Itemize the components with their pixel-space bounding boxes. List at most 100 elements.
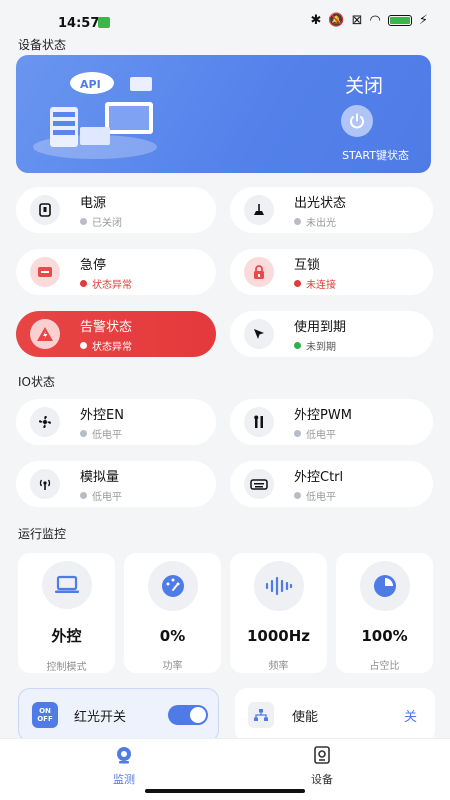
monitor-label: 控制模式 — [46, 662, 87, 673]
card-title: 电源 — [80, 195, 107, 211]
card-status: 状态异常 — [92, 341, 132, 353]
lamp-icon — [244, 195, 274, 225]
fan-icon — [30, 407, 60, 437]
home-indicator[interactable] — [145, 789, 305, 793]
card-status: 未连接 — [306, 279, 336, 291]
status-dot — [80, 341, 87, 349]
tab-label: 监测 — [113, 773, 135, 786]
monitor-frequency: 1000Hz 频率 — [230, 553, 327, 673]
enable-card[interactable]: 使能 关 — [235, 688, 435, 742]
card-title: 外控Ctrl — [294, 469, 344, 485]
device-icon — [314, 746, 330, 764]
card-status: 未到期 — [306, 341, 336, 353]
card-status: 低电平 — [306, 491, 336, 503]
monitor-value: 1000Hz — [246, 627, 311, 645]
device-status-banner: API 关闭 START键状态 — [16, 55, 431, 173]
alarm-icon — [30, 319, 60, 349]
monitor-control-mode: 外控 控制模式 — [18, 553, 115, 673]
tools-icon — [244, 407, 274, 437]
battery-icon — [387, 15, 412, 26]
card-status: 状态异常 — [92, 279, 132, 291]
red-light-toggle[interactable] — [168, 705, 208, 725]
card-ext-pwm[interactable]: 外控PWM 低电平 — [230, 399, 433, 445]
start-power-button[interactable] — [341, 105, 373, 137]
card-emission-status[interactable]: 出光状态 未出光 — [230, 187, 433, 233]
section-title-run-monitor: 运行监控 — [18, 527, 67, 541]
section-title-io-status: IO状态 — [18, 375, 55, 389]
card-expiry[interactable]: 使用到期 未到期 — [230, 311, 433, 357]
tab-monitor[interactable]: 监测 — [113, 745, 135, 787]
waveform-icon — [253, 561, 304, 611]
monitor-value: 0% — [159, 627, 186, 645]
enable-label: 使能 — [292, 709, 319, 725]
card-status: 已关闭 — [92, 217, 122, 229]
card-status: 低电平 — [306, 429, 336, 441]
card-title: 互锁 — [294, 257, 321, 273]
card-status: 低电平 — [92, 429, 122, 441]
card-power[interactable]: 电源 已关闭 — [16, 187, 216, 233]
status-dot — [80, 217, 87, 225]
card-title: 外控PWM — [294, 407, 352, 423]
monitor-label: 频率 — [268, 661, 289, 672]
monitor-label: 功率 — [162, 661, 183, 672]
charging-icon: ⚡ — [418, 13, 428, 28]
power-icon — [350, 113, 364, 129]
wifi-icon: ◠ — [369, 13, 381, 28]
card-title: 外控EN — [80, 407, 124, 423]
card-alarm-status[interactable]: 告警状态 状态异常 — [16, 311, 216, 357]
cursor-icon — [244, 319, 274, 349]
card-interlock[interactable]: 互锁 未连接 — [230, 249, 433, 295]
laptop-icon — [41, 561, 92, 609]
card-ext-en[interactable]: 外控EN 低电平 — [16, 399, 216, 445]
card-ext-ctrl[interactable]: 外控Ctrl 低电平 — [230, 461, 433, 507]
status-dot — [294, 491, 301, 499]
status-dot — [294, 279, 301, 287]
antenna-icon — [30, 469, 60, 499]
on-off-icon: ON OFF — [32, 702, 58, 728]
status-dot — [80, 491, 87, 499]
monitor-duty-cycle: 100% 占空比 — [336, 553, 433, 673]
monitor-camera-icon — [117, 747, 131, 764]
start-key-label: START键状态 — [342, 149, 409, 162]
card-analog[interactable]: 模拟量 低电平 — [16, 461, 216, 507]
laser-state: 关闭 — [344, 75, 383, 97]
status-dot — [80, 429, 87, 437]
red-light-label: 红光开关 — [74, 709, 127, 725]
bluetooth-icon: ✱ — [310, 13, 322, 28]
card-title: 使用到期 — [294, 319, 347, 335]
sim-icon: ⊠ — [351, 13, 363, 28]
gauge-icon — [147, 561, 198, 611]
status-bar: 14:57 ✱ 🔕 ⊠ ◠ ⚡ — [0, 0, 450, 34]
network-icon — [248, 702, 274, 728]
card-title: 出光状态 — [294, 195, 347, 211]
keyboard-icon — [244, 469, 274, 499]
svg-text:API: API — [80, 78, 101, 91]
mute-icon: 🔕 — [328, 13, 345, 28]
card-status: 未出光 — [306, 217, 336, 229]
message-icon — [98, 17, 110, 28]
card-title: 模拟量 — [80, 469, 120, 485]
pie-chart-icon — [359, 561, 410, 611]
lock-icon — [244, 257, 274, 287]
tab-device[interactable]: 设备 — [311, 745, 333, 787]
power-plug-icon — [30, 195, 60, 225]
card-emergency-stop[interactable]: 急停 状态异常 — [16, 249, 216, 295]
enable-value[interactable]: 关 — [404, 706, 417, 725]
red-light-switch-card[interactable]: ON OFF 红光开关 — [18, 688, 219, 742]
section-title-device-status: 设备状态 — [18, 38, 67, 52]
status-dot — [294, 341, 301, 349]
card-title: 告警状态 — [80, 319, 133, 335]
emergency-stop-icon — [30, 257, 60, 287]
monitor-value: 外控 — [51, 627, 82, 645]
card-status: 低电平 — [92, 491, 122, 503]
status-dot — [294, 217, 301, 225]
monitor-power: 0% 功率 — [124, 553, 221, 673]
monitor-label: 占空比 — [369, 661, 400, 672]
status-dot — [80, 279, 87, 287]
status-time: 14:57 — [58, 16, 100, 31]
card-title: 急停 — [80, 257, 107, 273]
server-illustration-icon: API — [33, 72, 157, 159]
status-dot — [294, 429, 301, 437]
status-icons: ✱ 🔕 ⊠ ◠ ⚡ — [311, 13, 428, 28]
tab-label: 设备 — [311, 773, 333, 786]
